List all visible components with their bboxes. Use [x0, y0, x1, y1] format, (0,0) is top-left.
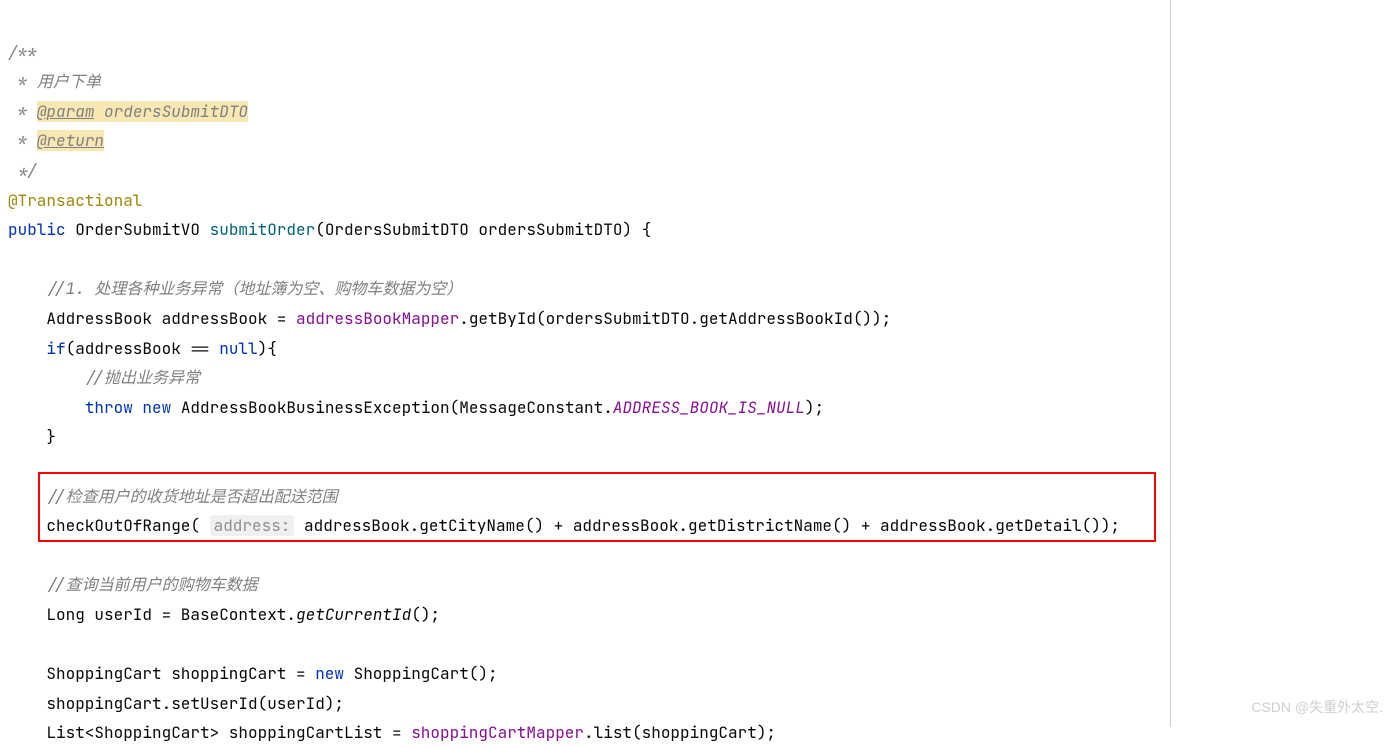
comment-text: 用户下单: [37, 71, 101, 92]
code-text: ){: [258, 338, 277, 359]
code-text: .list(shoppingCart);: [584, 722, 776, 743]
javadoc-return-tag: @return: [37, 130, 104, 151]
code-text: ShoppingCart shoppingCart =: [8, 663, 315, 684]
code-text: Long userId = BaseContext.: [8, 604, 296, 625]
comment-end: */: [8, 160, 37, 181]
javadoc-param-tag: @param: [37, 101, 95, 122]
keyword-public: public: [8, 219, 66, 240]
keyword-throw-new: throw new: [85, 397, 181, 418]
right-margin-line: [1170, 0, 1171, 727]
code-text: ShoppingCart();: [354, 663, 498, 684]
comment-prefix: *: [8, 101, 37, 122]
javadoc-param-name: ordersSubmitDTO: [94, 101, 248, 122]
code-text: );: [805, 397, 824, 418]
close-brace: }: [8, 426, 56, 447]
code-block: /** * 用户下单 * @param ordersSubmitDTO * @r…: [8, 8, 1385, 748]
code-text: List<ShoppingCart> shoppingCartList =: [8, 722, 411, 743]
field-ref: shoppingCartMapper: [411, 722, 584, 743]
comment-line: //查询当前用户的购物车数据: [8, 574, 258, 595]
code-text: AddressBook addressBook =: [8, 308, 296, 329]
comment-prefix: *: [8, 71, 37, 92]
field-ref: addressBookMapper: [296, 308, 459, 329]
parameter-hint: address:: [210, 515, 295, 536]
code-text: ();: [411, 604, 440, 625]
keyword-new: new: [315, 663, 353, 684]
method-name: submitOrder: [210, 219, 316, 240]
code-text: checkOutOfRange(: [8, 515, 210, 536]
code-text: .getById(ordersSubmitDTO.getAddressBookI…: [459, 308, 891, 329]
comment-line: //抛出业务异常: [8, 367, 200, 388]
keyword-null: null: [219, 338, 257, 359]
comment-start: /**: [8, 42, 37, 63]
code-text: (addressBook ==: [66, 338, 220, 359]
keyword-if: if: [46, 338, 65, 359]
annotation: @Transactional: [8, 190, 142, 211]
watermark-text: CSDN @失重外太空.: [1251, 695, 1383, 721]
code-text: shoppingCart.setUserId(userId);: [8, 693, 344, 714]
return-type: OrderSubmitVO: [66, 219, 210, 240]
code-text: AddressBookBusinessException(MessageCons…: [181, 397, 613, 418]
comment-line: //1. 处理各种业务异常（地址簿为空、购物车数据为空）: [8, 278, 462, 299]
code-text: [8, 397, 85, 418]
comment-line: //检查用户的收货地址是否超出配送范围: [8, 486, 338, 507]
static-method: getCurrentId: [296, 604, 411, 625]
comment-prefix: *: [8, 130, 37, 151]
code-text: [8, 338, 46, 359]
constant-ref: ADDRESS_BOOK_IS_NULL: [613, 397, 805, 418]
code-text: addressBook.getCityName() + addressBook.…: [294, 515, 1120, 536]
method-params: (OrdersSubmitDTO ordersSubmitDTO) {: [315, 219, 651, 240]
